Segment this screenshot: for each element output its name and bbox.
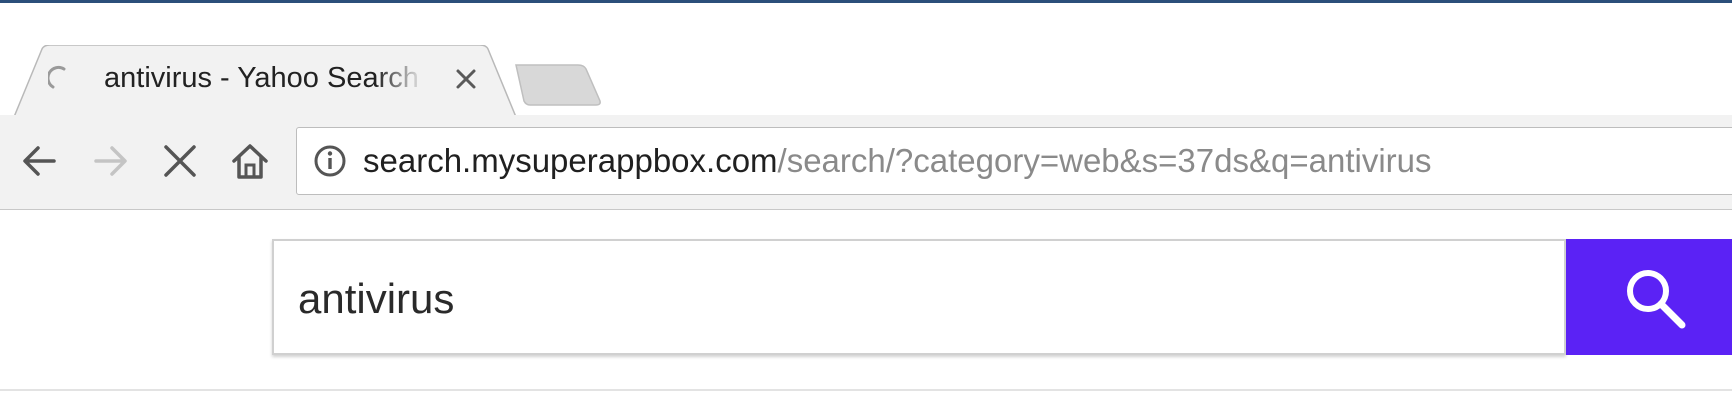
forward-icon[interactable] xyxy=(88,139,132,183)
browser-toolbar: search.mysuperappbox.com/search/?categor… xyxy=(0,115,1732,210)
address-bar[interactable]: search.mysuperappbox.com/search/?categor… xyxy=(296,127,1732,195)
page-content: antivirus xyxy=(0,210,1732,404)
search-icon xyxy=(1627,270,1686,329)
url-host: search.mysuperappbox.com xyxy=(363,142,778,179)
tab-title: antivirus - Yahoo Search Results xyxy=(104,63,424,93)
back-icon[interactable] xyxy=(18,139,62,183)
new-tab-button[interactable] xyxy=(514,63,604,107)
stop-icon[interactable] xyxy=(158,139,202,183)
tab-strip: antivirus - Yahoo Search Results xyxy=(0,3,1732,117)
search-button[interactable] xyxy=(1566,239,1732,355)
header-divider xyxy=(0,389,1732,391)
address-bar-url[interactable]: search.mysuperappbox.com/search/?categor… xyxy=(363,142,1432,180)
home-icon[interactable] xyxy=(228,139,272,183)
close-tab-icon[interactable] xyxy=(452,65,480,93)
loading-spinner-icon xyxy=(48,65,66,89)
active-tab[interactable]: antivirus - Yahoo Search Results xyxy=(0,45,532,117)
site-info-icon[interactable] xyxy=(313,144,347,178)
search-input[interactable]: antivirus xyxy=(272,239,1566,355)
url-path: /search/?category=web&s=37ds&q=antivirus xyxy=(777,142,1432,179)
search-query-text: antivirus xyxy=(298,275,455,322)
